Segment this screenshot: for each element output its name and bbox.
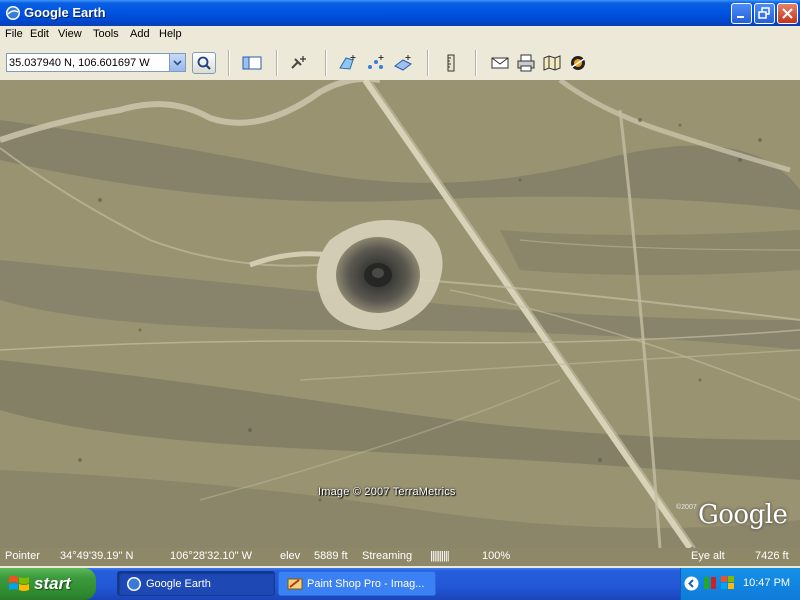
menu-bar: File Edit View Tools Add Help — [0, 26, 800, 44]
image-overlay-add-icon[interactable] — [393, 54, 413, 72]
restore-icon — [758, 7, 770, 19]
map-view[interactable]: Image © 2007 TerraMetrics ©2007 Google — [0, 80, 800, 548]
menu-view[interactable]: View — [58, 28, 82, 40]
placemark-add-icon[interactable] — [289, 54, 309, 72]
menu-help[interactable]: Help — [159, 28, 182, 40]
chevron-down-icon — [173, 60, 182, 66]
google-earth-icon — [127, 577, 141, 591]
streaming-percent: 100% — [482, 550, 511, 562]
search-dropdown-button[interactable] — [169, 54, 185, 71]
search-icon — [197, 56, 211, 70]
menu-tools[interactable]: Tools — [93, 28, 119, 40]
toolbar-separator — [427, 50, 429, 76]
email-icon[interactable] — [490, 54, 510, 72]
title-bar[interactable]: Google Earth — [0, 0, 800, 26]
windows-logo-icon — [9, 576, 29, 591]
toolbar-separator — [325, 50, 327, 76]
minimize-icon — [737, 16, 744, 18]
search-field[interactable] — [6, 53, 186, 72]
print-icon[interactable] — [516, 54, 536, 72]
path-add-icon[interactable] — [366, 54, 386, 72]
toolbar-separator — [276, 50, 278, 76]
taskbar-item-label: Paint Shop Pro - Imag... — [307, 578, 425, 590]
taskbar: start Google Earth Paint Shop Pro - Imag… — [0, 568, 800, 600]
polygon-add-icon[interactable] — [338, 54, 358, 72]
menu-edit[interactable]: Edit — [30, 28, 49, 40]
search-input[interactable] — [9, 55, 167, 70]
elevation-value: 5889 ft — [314, 550, 348, 562]
menu-add[interactable]: Add — [130, 28, 150, 40]
taskbar-item-google-earth[interactable]: Google Earth — [117, 571, 275, 596]
start-button[interactable]: start — [0, 568, 96, 600]
pointer-latitude: 34°49'39.19" N — [60, 550, 134, 562]
toolbar-separator — [475, 50, 477, 76]
search-button[interactable] — [192, 52, 216, 74]
streaming-bar: |||||||||| — [430, 550, 450, 562]
chevron-left-icon[interactable] — [684, 576, 699, 591]
sidebar-toggle-icon[interactable] — [242, 54, 262, 72]
taskbar-item-label: Google Earth — [146, 578, 211, 590]
google-maps-icon[interactable] — [542, 54, 562, 72]
close-icon — [782, 8, 793, 19]
eye-alt-value: 7426 ft — [755, 550, 789, 562]
google-logo: Google — [698, 500, 788, 530]
imagery-copyright: Image © 2007 TerraMetrics — [318, 486, 456, 498]
elevation-label: elev — [280, 550, 301, 562]
toolbar-separator — [228, 50, 230, 76]
logo-copyright: ©2007 — [676, 504, 697, 511]
satellite-imagery — [0, 80, 800, 548]
pointer-longitude: 106°28'32.10" W — [170, 550, 252, 562]
network-icon[interactable] — [703, 576, 717, 590]
eye-alt-label: Eye alt — [691, 550, 725, 562]
streaming-label: Streaming — [362, 550, 413, 562]
status-bar: Pointer 34°49'39.19" N 106°28'32.10" W e… — [0, 548, 800, 566]
window-title: Google Earth — [24, 5, 106, 20]
sky-toggle-icon[interactable] — [568, 54, 588, 72]
google-earth-icon — [6, 6, 20, 20]
restore-button[interactable] — [754, 3, 775, 24]
taskbar-item-paint-shop-pro[interactable]: Paint Shop Pro - Imag... — [278, 571, 436, 596]
pointer-label: Pointer — [5, 550, 40, 562]
system-tray: 10:47 PM — [680, 568, 800, 600]
start-label: start — [34, 574, 71, 593]
menu-file[interactable]: File — [5, 28, 23, 40]
ruler-icon[interactable] — [441, 54, 461, 72]
paint-shop-pro-icon — [287, 578, 303, 590]
minimize-button[interactable] — [731, 3, 752, 24]
clock[interactable]: 10:47 PM — [743, 577, 790, 589]
close-button[interactable] — [777, 3, 798, 24]
windows-flag-icon[interactable] — [721, 576, 735, 590]
